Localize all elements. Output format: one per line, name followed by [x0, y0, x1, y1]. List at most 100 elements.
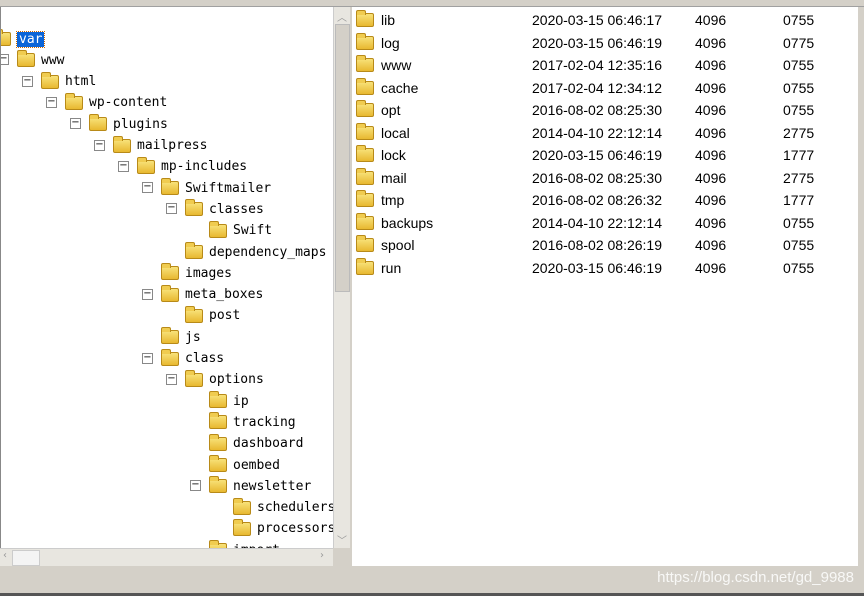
tree-node[interactable]: oembed: [209, 455, 280, 475]
collapse-toggle[interactable]: −: [94, 139, 105, 151]
tree-node[interactable]: Swiftmailer: [161, 178, 271, 198]
file-perms: 0755: [783, 259, 815, 276]
file-size: 4096: [695, 237, 727, 253]
tree-node[interactable]: processors: [233, 518, 333, 539]
tree-node[interactable]: www: [17, 50, 64, 70]
file-date: 2020-03-15 06:46:19: [532, 34, 662, 51]
top-bar: [0, 0, 864, 7]
tree-node[interactable]: plugins: [89, 114, 168, 134]
tree-node-label: processors: [257, 521, 333, 537]
tree-node[interactable]: ip: [209, 391, 249, 411]
folder-icon: [356, 212, 374, 230]
collapse-toggle[interactable]: −: [166, 373, 177, 385]
file-row[interactable]: www 2017-02-04 12:35:16 4096 0755: [352, 55, 858, 75]
file-row[interactable]: lib 2020-03-15 06:46:17 4096 0755: [352, 10, 858, 30]
file-row[interactable]: spool 2016-08-02 08:26:19 4096 0755: [352, 235, 858, 255]
file-name: backups: [381, 214, 434, 231]
file-row[interactable]: log 2020-03-15 06:46:19 4096 0775: [352, 32, 858, 53]
folder-icon: [89, 114, 107, 132]
folder-icon: [356, 190, 374, 207]
collapse-toggle[interactable]: −: [46, 96, 57, 108]
tree-node[interactable]: tracking: [209, 412, 296, 432]
file-perms: 0755: [783, 57, 815, 73]
tree-node-label: mp-includes: [161, 159, 248, 175]
file-row[interactable]: backups 2014-04-10 22:12:14 4096 0755: [352, 212, 858, 233]
tree-node[interactable]: mailpress: [113, 135, 207, 156]
tree-node[interactable]: options: [185, 369, 264, 390]
scroll-right-icon[interactable]: ›: [320, 550, 324, 561]
collapse-toggle[interactable]: −: [70, 118, 81, 130]
file-date: 2020-03-15 06:46:19: [532, 259, 662, 276]
tree-node[interactable]: html: [41, 71, 97, 92]
folder-icon: [1, 29, 11, 46]
tree-node[interactable]: dashboard: [209, 433, 303, 454]
file-size: 4096: [695, 79, 727, 96]
file-row[interactable]: run 2020-03-15 06:46:19 4096 0755: [352, 257, 858, 278]
file-date: 2014-04-10 22:12:14: [532, 214, 662, 231]
file-size: 4096: [695, 192, 727, 208]
file-date: 2014-04-10 22:12:14: [532, 124, 662, 141]
file-size: 4096: [695, 124, 727, 141]
collapse-toggle[interactable]: −: [1, 54, 9, 66]
file-name: cache: [381, 79, 419, 96]
folder-icon: [161, 327, 179, 345]
scroll-up-icon[interactable]: ︿: [337, 9, 347, 24]
file-name: run: [381, 259, 402, 276]
tree-node[interactable]: classes: [185, 199, 264, 219]
tree-node[interactable]: dependency_maps: [185, 242, 326, 262]
collapse-toggle[interactable]: −: [142, 182, 153, 194]
folder-icon: [17, 50, 35, 68]
folder-icon: [209, 455, 227, 472]
tree-vertical-scrollbar[interactable]: ︿ ﹀: [333, 7, 350, 548]
file-date: 2020-03-15 06:46:17: [532, 12, 662, 28]
vertical-scroll-thumb[interactable]: [335, 24, 350, 292]
file-size: 4096: [695, 57, 727, 73]
file-name: mail: [381, 169, 407, 186]
collapse-toggle[interactable]: −: [190, 480, 201, 492]
tree-node[interactable]: wp-content: [65, 92, 167, 113]
file-row[interactable]: cache 2017-02-04 12:34:12 4096 0755: [352, 77, 858, 98]
folder-tree[interactable]: var − www − html − wp-content − plugins − mailpres…: [0, 7, 333, 548]
tree-node[interactable]: var: [1, 29, 46, 49]
tree-node[interactable]: newsletter: [209, 476, 311, 496]
collapse-toggle[interactable]: −: [166, 203, 177, 215]
tree-node-label: Swift: [233, 223, 273, 239]
tree-node[interactable]: images: [161, 263, 232, 283]
tree-node[interactable]: js: [161, 327, 201, 347]
file-row[interactable]: tmp 2016-08-02 08:26:32 4096 1777: [352, 190, 858, 210]
tree-horizontal-scrollbar[interactable]: ‹ ›: [0, 548, 333, 566]
tree-node-label: schedulers: [257, 500, 333, 516]
horizontal-scroll-thumb[interactable]: [12, 550, 40, 566]
scroll-left-icon[interactable]: ‹: [3, 550, 7, 561]
tree-node[interactable]: class: [161, 348, 224, 369]
file-perms: 0755: [783, 102, 815, 118]
tree-node-label: ip: [233, 393, 249, 409]
file-row[interactable]: lock 2020-03-15 06:46:19 4096 1777: [352, 145, 858, 165]
folder-icon: [113, 135, 131, 153]
tree-node-label: var: [15, 30, 46, 48]
file-size: 4096: [695, 34, 727, 51]
file-row[interactable]: opt 2016-08-02 08:25:30 4096 0755: [352, 100, 858, 120]
collapse-toggle[interactable]: −: [118, 160, 129, 172]
tree-node-label: post: [209, 308, 241, 324]
file-perms: 0755: [783, 79, 815, 96]
tree-node[interactable]: mp-includes: [137, 156, 248, 177]
tree-node-label: meta_boxes: [185, 287, 264, 303]
file-perms: 0775: [783, 34, 815, 51]
tree-node[interactable]: import: [209, 540, 280, 548]
tree-node[interactable]: post: [185, 305, 241, 326]
file-date: 2017-02-04 12:34:12: [532, 79, 662, 96]
file-row[interactable]: mail 2016-08-02 08:25:30 4096 2775: [352, 167, 858, 188]
collapse-toggle[interactable]: −: [22, 75, 33, 87]
tree-node[interactable]: meta_boxes: [161, 284, 264, 305]
collapse-toggle[interactable]: −: [142, 352, 153, 364]
scroll-down-icon[interactable]: ﹀: [337, 532, 347, 547]
tree-node[interactable]: schedulers: [233, 497, 333, 518]
tree-node-label: html: [65, 74, 97, 90]
tree-node[interactable]: Swift: [209, 220, 273, 241]
file-perms: 0755: [783, 237, 815, 253]
collapse-toggle[interactable]: −: [142, 288, 153, 300]
file-list: lib 2020-03-15 06:46:17 4096 0755 log 2020-03…: [352, 7, 858, 566]
file-row[interactable]: local 2014-04-10 22:12:14 4096 2775: [352, 122, 858, 143]
tree-node-label: newsletter: [233, 478, 312, 494]
